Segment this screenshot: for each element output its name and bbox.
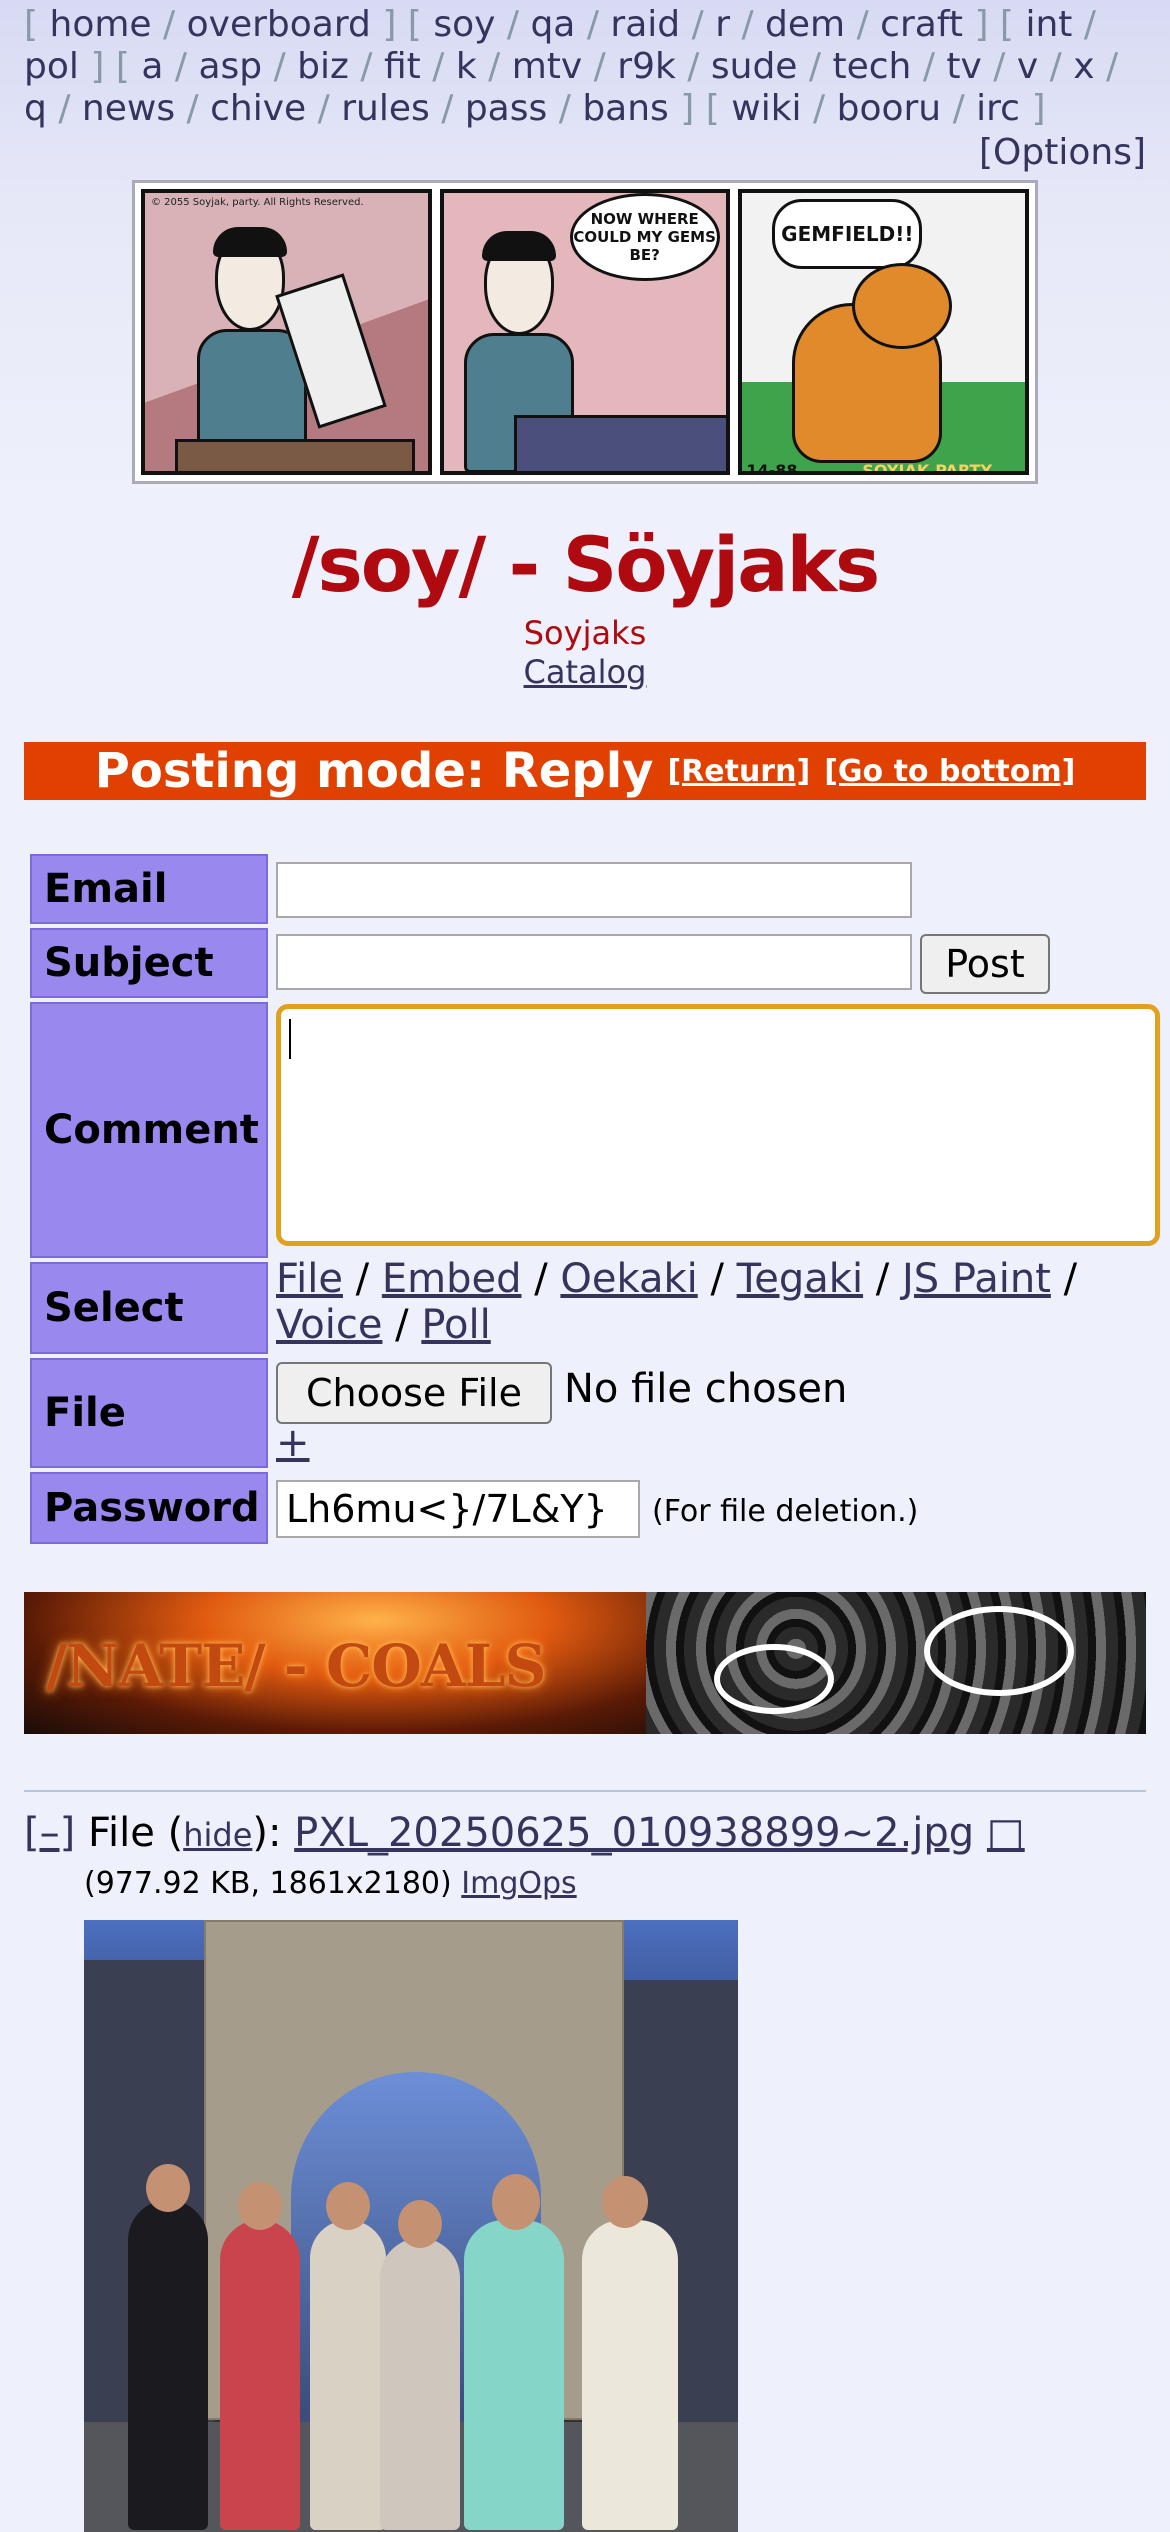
nav-link-x[interactable]: x [1073,46,1094,87]
comic-panel-3: GEMFIELD!! 14-88 SOYJAK.PARTY [738,189,1030,475]
photo-person [128,2200,208,2530]
imgops-link[interactable]: ImgOps [461,1866,576,1901]
file-suffix: ): [252,1810,295,1856]
file-label: File [30,1358,268,1468]
password-note: (For file deletion.) [652,1494,919,1529]
speech-bubble-gemfield: GEMFIELD!! [772,199,923,269]
nav-link-home[interactable]: home [50,4,152,45]
select-poll-link[interactable]: Poll [421,1302,490,1348]
file-meta: (977.92 KB, 1861x2180) [84,1866,452,1901]
catalog-link[interactable]: Catalog [524,653,647,691]
posting-mode-bar: Posting mode: Reply [Return] [Go to bott… [24,742,1146,800]
password-field[interactable]: Lh6mu<}/7L&Y} [276,1480,640,1538]
post-button[interactable]: Post [920,934,1050,994]
photo-person [464,2220,564,2530]
text-cursor [289,1019,291,1059]
collapse-toggle[interactable]: [–] [24,1810,75,1856]
comic-site-stamp: SOYJAK.PARTY [862,461,993,475]
nav-link-sude[interactable]: sude [711,46,798,87]
subject-label: Subject [30,928,268,998]
select-attachment-links: File / Embed / Oekaki / Tegaki / JS Pain… [276,1256,1078,1348]
nav-link-craft[interactable]: craft [880,4,963,45]
select-jspaint-link[interactable]: JS Paint [902,1256,1051,1302]
password-label: Password [30,1472,268,1544]
comic-panel-2: NOW WHERE COULD MY GEMS BE? [439,189,731,475]
select-file-link[interactable]: File [276,1256,343,1302]
nav-link-k[interactable]: k [456,46,477,87]
board-banner-image[interactable]: © 2055 Soyjak, party. All Rights Reserve… [132,180,1038,484]
board-list-nav: [ home / overboard ] [ soy / qa / raid /… [24,4,1119,129]
select-oekaki-link[interactable]: Oekaki [560,1256,697,1302]
nav-link-raid[interactable]: raid [610,4,680,45]
comment-label: Comment [30,1002,268,1258]
nav-link-tech[interactable]: tech [833,46,912,87]
select-embed-link[interactable]: Embed [382,1256,522,1302]
select-tegaki-link[interactable]: Tegaki [737,1256,863,1302]
nav-link-booru[interactable]: booru [837,88,942,129]
nav-link-biz[interactable]: biz [297,46,349,87]
nav-link-chive[interactable]: chive [210,88,306,129]
email-field[interactable] [276,862,912,918]
options-link[interactable]: [Options] [979,132,1146,173]
nav-link-r[interactable]: r [715,4,730,45]
select-label: Select [30,1262,268,1354]
posting-mode-label: Posting mode: Reply [94,743,654,799]
return-link[interactable]: [Return] [667,754,810,789]
photo-person [220,2220,300,2530]
nav-link-q[interactable]: q [24,88,47,129]
nav-link-overboard[interactable]: overboard [187,4,371,45]
nav-link-pass[interactable]: pass [465,88,547,129]
photo-person [582,2220,678,2530]
file-line: [–] File (hide): PXL_20250625_010938899~… [24,1810,1025,1856]
nav-link-mtv[interactable]: mtv [512,46,583,87]
ad-banner-text: /NATE/ - COALS [46,1632,546,1700]
speech-bubble-gems: NOW WHERE COULD MY GEMS BE? [569,193,720,281]
choose-file-button[interactable]: Choose File [276,1362,552,1424]
go-to-bottom-link[interactable]: [Go to bottom] [824,754,1075,789]
filename-link[interactable]: PXL_20250625_010938899~2.jpg [294,1810,974,1856]
no-file-chosen-text: No file chosen [564,1366,848,1412]
photo-person [380,2238,460,2530]
nav-link-news[interactable]: news [82,88,175,129]
comment-textarea[interactable] [276,1004,1160,1246]
nav-link-bans[interactable]: bans [582,88,668,129]
nav-link-r9k[interactable]: r9k [617,46,676,87]
file-prefix: File ( [87,1810,184,1856]
subject-field[interactable] [276,934,912,990]
nate-coals-ad-banner[interactable]: /NATE/ - COALS [24,1592,1146,1734]
file-info: (977.92 KB, 1861x2180) ImgOps [84,1866,577,1901]
email-label: Email [30,854,268,924]
nav-link-fit[interactable]: fit [384,46,421,87]
photo-person [310,2220,386,2530]
nav-link-dem[interactable]: dem [765,4,845,45]
nav-link-soy[interactable]: soy [433,4,495,45]
nav-link-irc[interactable]: irc [976,88,1020,129]
add-file-plus-link[interactable]: + [276,1420,310,1466]
nav-link-pol[interactable]: pol [24,46,79,87]
nav-link-tv[interactable]: tv [946,46,981,87]
eye-drawing-right [924,1606,1074,1696]
nav-link-int[interactable]: int [1025,4,1072,45]
comic-date-stamp: 14-88 [746,461,798,475]
hide-file-link[interactable]: hide [183,1816,252,1854]
banner-copyright: © 2055 Soyjak, party. All Rights Reserve… [151,197,364,208]
post-image[interactable] [84,1920,738,2532]
nav-link-asp[interactable]: asp [198,46,262,87]
select-voice-link[interactable]: Voice [276,1302,382,1348]
board-title: /soy/ - Söyjaks [291,520,881,609]
board-subtitle: Soyjaks [523,614,647,652]
nav-link-a[interactable]: a [141,46,163,87]
nav-link-wiki[interactable]: wiki [731,88,801,129]
nav-link-v[interactable]: v [1017,46,1038,87]
nav-link-rules[interactable]: rules [341,88,430,129]
file-download-icon[interactable]: □ [987,1810,1025,1856]
eye-drawing-left [714,1644,834,1714]
thread-divider [24,1790,1146,1792]
nav-link-qa[interactable]: qa [530,4,575,45]
comic-panel-1: © 2055 Soyjak, party. All Rights Reserve… [141,189,432,475]
